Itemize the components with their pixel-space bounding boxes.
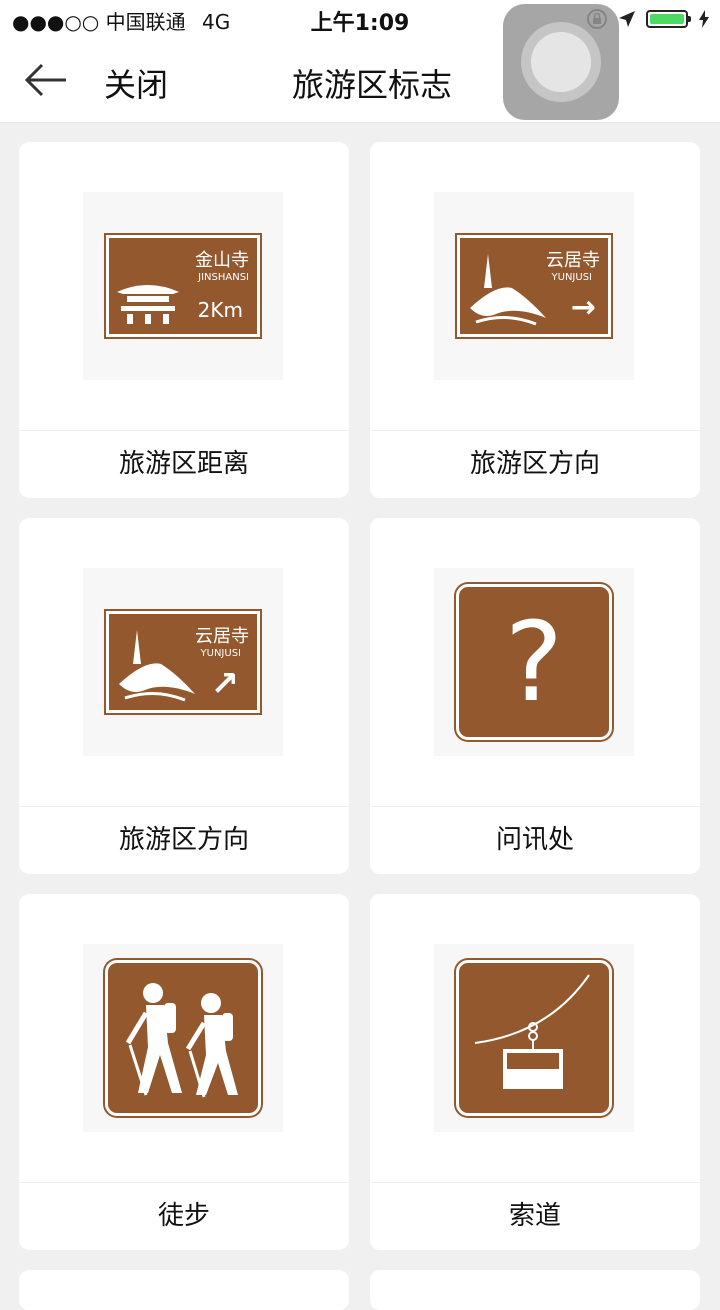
assistive-touch-button[interactable]	[503, 4, 619, 120]
direction-sign: 云居寺 YUNJUSI →	[455, 233, 613, 339]
sign-card-label: 旅游区距离	[118, 449, 249, 479]
question-mark-icon: ?	[504, 598, 564, 726]
charging-icon	[699, 10, 709, 28]
sign-image: 金山寺 JINSHANSI 2Km	[83, 192, 283, 380]
sign-card[interactable]: 云居寺 YUNJUSI → 旅游区方向	[370, 142, 700, 498]
cableway-sign	[456, 960, 612, 1116]
sign-english-name: JINSHANSI	[198, 272, 249, 283]
hikers-icon	[125, 983, 238, 1098]
sign-card[interactable]	[370, 1270, 700, 1310]
sign-card-label: 旅游区方向	[469, 449, 600, 479]
direction-arrow: ↗	[210, 664, 240, 704]
sign-card[interactable]	[19, 1270, 349, 1310]
battery-icon	[646, 10, 691, 28]
sign-image: 云居寺 YUNJUSI ↗	[83, 568, 283, 756]
sign-distance: 2Km	[197, 298, 243, 322]
sign-card[interactable]: 徒步	[19, 894, 349, 1250]
direction-arrow: →	[570, 290, 596, 325]
sign-card-label: 索道	[508, 1201, 561, 1231]
cable-car-icon	[474, 974, 590, 1089]
temple-icon	[117, 285, 179, 324]
pagoda-mountain-icon	[119, 630, 195, 702]
sign-image: ?	[434, 568, 634, 756]
location-arrow-icon	[619, 11, 635, 27]
sign-card[interactable]: 金山寺 JINSHANSI 2Km 旅游区距离	[19, 142, 349, 498]
sign-card[interactable]: 索道	[370, 894, 700, 1250]
sign-card-label: 旅游区方向	[118, 825, 249, 855]
pagoda-mountain-icon	[470, 254, 546, 326]
sign-english-name: YUNJUSI	[551, 272, 592, 283]
sign-chinese-name: 金山寺	[195, 250, 249, 271]
sign-english-name: YUNJUSI	[200, 648, 241, 659]
sign-image	[83, 944, 283, 1132]
sign-card[interactable]: ? 问讯处	[370, 518, 700, 874]
sign-image: 云居寺 YUNJUSI →	[434, 192, 634, 380]
hiking-sign	[105, 960, 261, 1116]
information-sign: ?	[456, 584, 612, 740]
direction-sign: 云居寺 YUNJUSI ↗	[104, 609, 262, 715]
distance-sign: 金山寺 JINSHANSI 2Km	[104, 233, 262, 339]
sign-image	[434, 944, 634, 1132]
sign-card-label: 徒步	[157, 1201, 210, 1231]
sign-chinese-name: 云居寺	[546, 250, 600, 271]
sign-card[interactable]: 云居寺 YUNJUSI ↗ 旅游区方向	[19, 518, 349, 874]
sign-card-label: 问讯处	[495, 825, 574, 855]
sign-chinese-name: 云居寺	[195, 626, 249, 647]
